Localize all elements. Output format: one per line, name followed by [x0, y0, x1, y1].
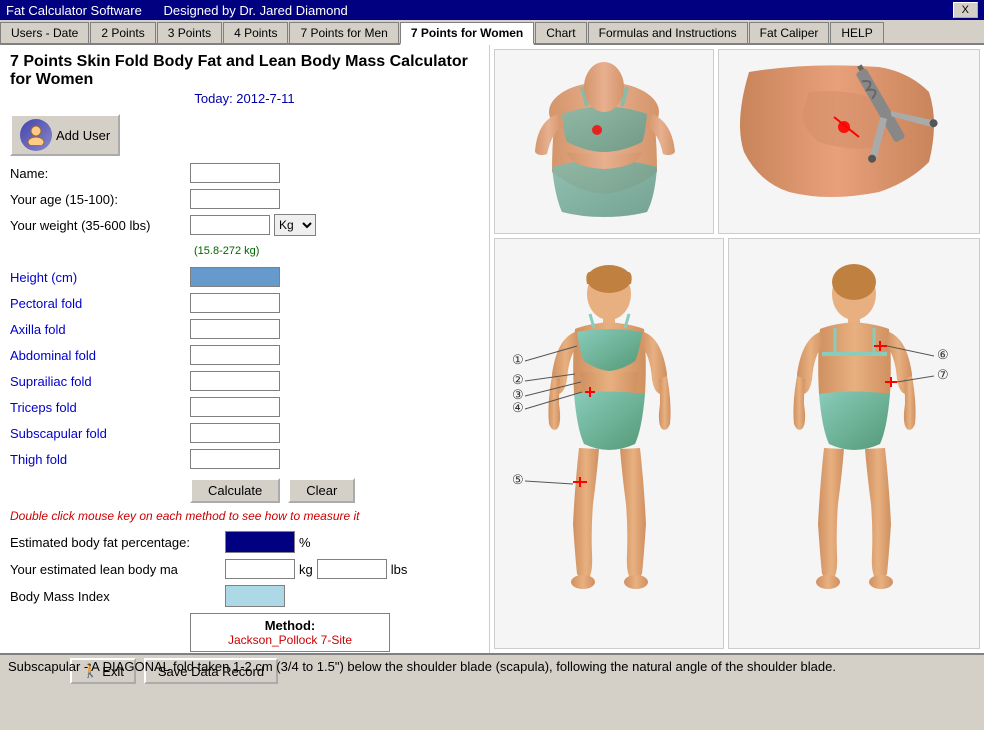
bf-label: Estimated body fat percentage:: [10, 535, 225, 550]
full-body-back-svg: ⑥ ⑦: [742, 264, 967, 624]
navigation-tabs: Users - Date 2 Points 3 Points 4 Points …: [0, 20, 984, 45]
bmi-result-box: [225, 585, 285, 607]
add-user-label: Add User: [56, 128, 110, 143]
tab-3-points[interactable]: 3 Points: [157, 22, 222, 43]
kg-hint-text: (15.8-272 kg): [194, 245, 259, 257]
calculate-button[interactable]: Calculate: [190, 478, 280, 503]
height-row: Height (cm): [10, 266, 479, 288]
height-input[interactable]: [190, 267, 280, 287]
today-date: Today: 2012-7-11: [10, 91, 479, 106]
full-body-back-image: ⑥ ⑦: [728, 238, 980, 649]
svg-text:⑦: ⑦: [937, 367, 949, 382]
front-torso-svg: [497, 52, 712, 232]
full-body-front-svg: ① ② ③ ④ ⑤: [497, 264, 722, 624]
weight-label: Your weight (35-600 lbs): [10, 218, 190, 233]
lbm-result-row: Your estimated lean body ma kg lbs: [10, 559, 479, 579]
top-images-row: [494, 49, 980, 234]
front-torso-image: [494, 49, 714, 234]
tab-7-points-men[interactable]: 7 Points for Men: [289, 22, 398, 43]
age-label: Your age (15-100):: [10, 192, 190, 207]
weight-unit-select[interactable]: Kg Lbs: [274, 214, 316, 236]
kg-hint-row: (15.8-272 kg): [10, 240, 479, 262]
full-body-front-image: ① ② ③ ④ ⑤: [494, 238, 724, 649]
height-label[interactable]: Height (cm): [10, 270, 190, 285]
lbm-lbs-input[interactable]: [317, 559, 387, 579]
tab-2-points[interactable]: 2 Points: [90, 22, 155, 43]
svg-text:①: ①: [512, 352, 524, 367]
page-title: 7 Points Skin Fold Body Fat and Lean Bod…: [10, 53, 479, 89]
right-panel: ① ② ③ ④ ⑤: [490, 45, 984, 653]
abdominal-input[interactable]: [190, 345, 280, 365]
axilla-input[interactable]: [190, 319, 280, 339]
abdominal-label[interactable]: Abdominal fold: [10, 348, 190, 363]
add-user-button[interactable]: Add User: [10, 114, 120, 156]
svg-text:⑥: ⑥: [937, 347, 949, 362]
thigh-label[interactable]: Thigh fold: [10, 452, 190, 467]
close-button[interactable]: X: [953, 2, 978, 18]
tab-chart[interactable]: Chart: [535, 22, 586, 43]
age-row: Your age (15-100):: [10, 188, 479, 210]
status-text: Subscapular - A DIAGONAL fold taken 1-2 …: [8, 659, 836, 674]
pectoral-label[interactable]: Pectoral fold: [10, 296, 190, 311]
weight-row: Your weight (35-600 lbs) Kg Lbs: [10, 214, 479, 236]
suprailiac-input[interactable]: [190, 371, 280, 391]
tab-4-points[interactable]: 4 Points: [223, 22, 288, 43]
subscapular-label[interactable]: Subscapular fold: [10, 426, 190, 441]
body-images-area: ① ② ③ ④ ⑤: [494, 49, 980, 649]
pectoral-input[interactable]: [190, 293, 280, 313]
subscapular-input[interactable]: [190, 423, 280, 443]
age-input[interactable]: [190, 189, 280, 209]
method-value: Jackson_Pollock 7-Site: [199, 633, 381, 647]
bf-result-box: [225, 531, 295, 553]
svg-text:④: ④: [512, 400, 524, 415]
weight-input-area: Kg Lbs: [190, 214, 316, 236]
triceps-row: Triceps fold: [10, 396, 479, 418]
suprailiac-label[interactable]: Suprailiac fold: [10, 374, 190, 389]
svg-text:⑤: ⑤: [512, 472, 524, 487]
abdominal-row: Abdominal fold: [10, 344, 479, 366]
tab-users-date[interactable]: Users - Date: [0, 22, 89, 43]
left-panel: 7 Points Skin Fold Body Fat and Lean Bod…: [0, 45, 490, 653]
bf-result-row: Estimated body fat percentage: %: [10, 531, 479, 553]
axilla-row: Axilla fold: [10, 318, 479, 340]
title-bar: Fat Calculator Software Designed by Dr. …: [0, 0, 984, 20]
lbm-kg-input[interactable]: [225, 559, 295, 579]
name-row: Name:: [10, 162, 479, 184]
lbm-kg-unit: kg: [299, 562, 313, 577]
thigh-input[interactable]: [190, 449, 280, 469]
name-label: Name:: [10, 166, 190, 181]
user-icon: [20, 119, 52, 151]
tab-fat-caliper[interactable]: Fat Caliper: [749, 22, 830, 43]
tab-7-points-women[interactable]: 7 Points for Women: [400, 22, 534, 45]
suprailiac-row: Suprailiac fold: [10, 370, 479, 392]
status-bar: Subscapular - A DIAGONAL fold taken 1-2 …: [0, 653, 984, 723]
bmi-result-row: Body Mass Index: [10, 585, 479, 607]
add-user-area: Add User: [10, 114, 479, 156]
method-label: Method:: [199, 618, 381, 633]
triceps-input[interactable]: [190, 397, 280, 417]
bottom-images-row: ① ② ③ ④ ⑤: [494, 238, 980, 649]
method-box: Method: Jackson_Pollock 7-Site: [190, 613, 390, 652]
main-content: 7 Points Skin Fold Body Fat and Lean Bod…: [0, 45, 984, 653]
tab-help[interactable]: HELP: [830, 22, 883, 43]
svg-text:②: ②: [512, 372, 524, 387]
axilla-label[interactable]: Axilla fold: [10, 322, 190, 337]
lbm-lbs-unit: lbs: [391, 562, 408, 577]
caliper-svg: [729, 52, 969, 232]
app-title: Fat Calculator Software Designed by Dr. …: [6, 3, 348, 18]
name-input[interactable]: [190, 163, 280, 183]
bmi-label: Body Mass Index: [10, 589, 225, 604]
bf-unit: %: [299, 535, 311, 550]
lbm-label: Your estimated lean body ma: [10, 562, 225, 577]
dbl-click-hint: Double click mouse key on each method to…: [10, 509, 479, 523]
tab-formulas[interactable]: Formulas and Instructions: [588, 22, 748, 43]
weight-input[interactable]: [190, 215, 270, 235]
calc-buttons-area: Calculate Clear: [190, 478, 479, 503]
subscapular-row: Subscapular fold: [10, 422, 479, 444]
triceps-label[interactable]: Triceps fold: [10, 400, 190, 415]
pectoral-row: Pectoral fold: [10, 292, 479, 314]
thigh-row: Thigh fold: [10, 448, 479, 470]
caliper-closeup-image: [718, 49, 980, 234]
clear-button[interactable]: Clear: [288, 478, 355, 503]
